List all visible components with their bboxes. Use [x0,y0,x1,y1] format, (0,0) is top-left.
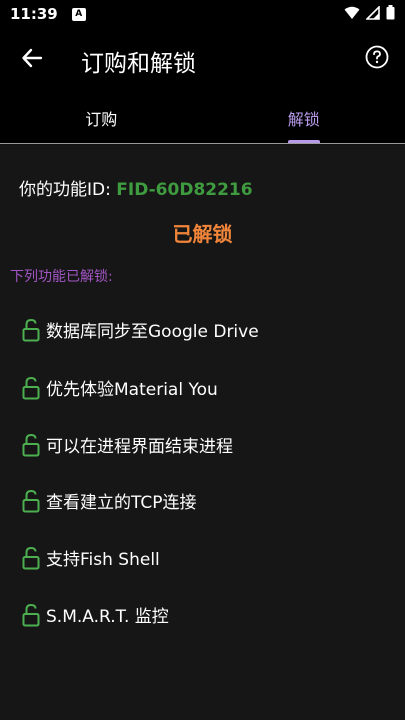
lock-open-icon [22,316,42,342]
list-item: 数据库同步至Google Drive [22,315,259,343]
tab-unlock[interactable]: 解锁 [203,92,405,143]
feature-label: S.M.A.R.T. 监控 [46,606,169,627]
feature-label: 优先体验Material You [46,379,218,400]
page-title: 订购和解锁 [81,51,196,77]
arrow-back-icon [21,47,43,73]
tab-subscribe[interactable]: 订购 [0,92,203,143]
lock-open-icon [22,544,42,570]
lock-open-icon [22,374,42,400]
feature-id-label: 你的功能ID: [19,180,117,200]
help-circle-icon [365,45,389,73]
unlocked-features-heading: 下列功能已解锁: [10,269,113,285]
list-item: 优先体验Material You [22,373,218,401]
list-item: 查看建立的TCP连接 [22,486,197,514]
help-button[interactable] [363,45,391,73]
battery-icon [386,4,395,24]
feature-label: 数据库同步至Google Drive [46,321,259,342]
unlock-content: 你的功能ID: FID-60D82216 已解锁 下列功能已解锁: 数据库同步至… [0,145,405,720]
tab-bar: 订购 解锁 [0,92,405,144]
back-button[interactable] [18,46,46,74]
notification-badge-icon: A [71,7,86,21]
feature-label: 可以在进程界面结束进程 [46,436,233,457]
wifi-icon [344,5,360,24]
list-item: S.M.A.R.T. 监控 [22,600,169,628]
status-time: 11:39 [10,5,58,23]
unlock-status: 已解锁 [172,222,233,246]
tab-label: 解锁 [287,109,320,129]
list-item: 可以在进程界面结束进程 [22,430,233,458]
lock-open-icon [22,601,42,627]
tab-label: 订购 [85,109,118,129]
feature-label: 查看建立的TCP连接 [46,492,197,513]
status-bar: 11:39 A [0,0,405,28]
lock-open-icon [22,431,42,457]
feature-id-line: 你的功能ID: FID-60D82216 [19,175,253,200]
lock-open-icon [22,487,42,513]
screen: 11:39 A 订购和解锁 订购 解锁 你的功能ID: FID-60D82216… [0,0,405,720]
list-item: 支持Fish Shell [22,543,160,571]
feature-id-value: FID-60D82216 [116,180,253,200]
status-icons [344,4,395,24]
cellular-signal-icon [365,4,380,24]
app-bar: 订购和解锁 [0,28,405,92]
feature-label: 支持Fish Shell [46,549,160,570]
tab-indicator [287,140,320,143]
